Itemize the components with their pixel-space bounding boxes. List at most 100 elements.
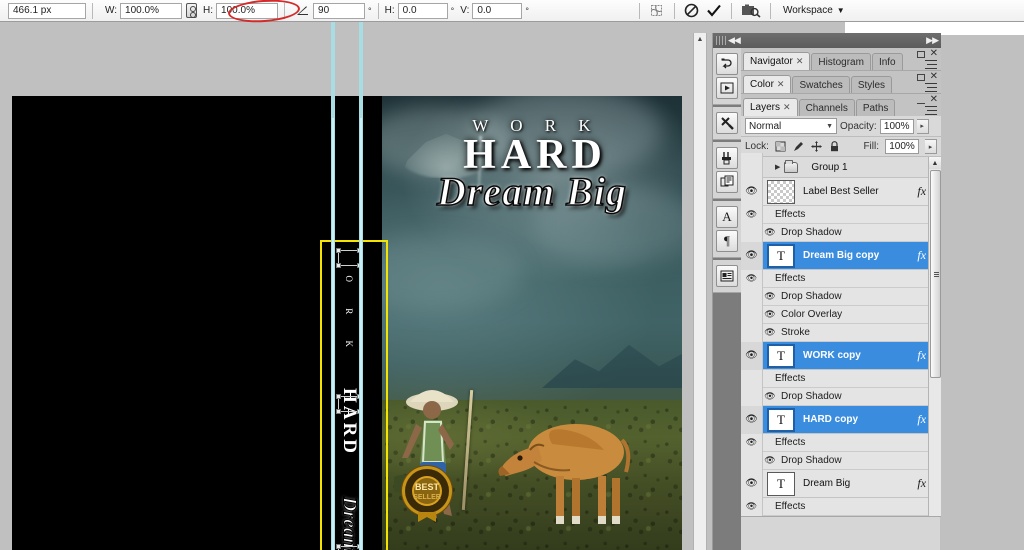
layer-row-hard-copy[interactable]: 👁 T HARD copy fx ▲ <box>741 405 941 434</box>
lock-transparent-pixels-icon[interactable] <box>775 141 787 153</box>
go-to-bridge-icon[interactable] <box>738 2 764 20</box>
actions-icon[interactable] <box>716 77 738 99</box>
fx-icon[interactable]: fx <box>917 412 926 427</box>
visibility-toggle[interactable]: 👁 <box>741 469 763 498</box>
visibility-toggle[interactable] <box>741 305 763 324</box>
effect-row-drop-shadow[interactable]: 👁 Drop Shadow <box>741 287 941 306</box>
fx-icon[interactable]: fx <box>917 184 926 199</box>
opacity-input[interactable]: 100% <box>879 118 914 134</box>
lock-all-icon[interactable] <box>829 141 841 153</box>
skew-v-input[interactable]: 0.0 <box>472 2 523 19</box>
effect-row-stroke[interactable]: 👁 Stroke <box>741 323 941 342</box>
link-chain-icon[interactable] <box>186 3 198 18</box>
layer-thumbnail[interactable]: T <box>767 407 795 432</box>
vertical-guide-right[interactable] <box>359 22 363 550</box>
effect-row-drop-shadow[interactable]: 👁 Drop Shadow <box>741 223 941 242</box>
tool-presets-icon[interactable] <box>716 112 738 134</box>
layer-row-label-best-seller[interactable]: 👁 Label Best Seller fx ▲ <box>741 177 941 206</box>
paragraph-icon[interactable]: ¶ <box>716 230 738 252</box>
visibility-toggle[interactable]: 👁 <box>741 405 763 434</box>
panel-menu-icon[interactable] <box>923 106 937 115</box>
fx-icon[interactable]: fx <box>917 476 926 491</box>
visibility-toggle[interactable]: 👁 <box>741 269 763 288</box>
layer-list[interactable]: ▶ Group 1 ▲ 👁 Label Best Seller fx ▲ <box>741 153 941 516</box>
clone-source-icon[interactable] <box>716 171 738 193</box>
layer-thumbnail[interactable]: T <box>767 243 795 268</box>
dock-grip-icon[interactable] <box>716 36 728 45</box>
minimize-icon[interactable] <box>916 50 925 58</box>
visibility-toggle[interactable] <box>741 451 763 470</box>
lock-position-icon[interactable] <box>811 141 823 153</box>
scroll-up-icon[interactable]: ▲ <box>694 33 706 46</box>
scrollbar-thumb[interactable] <box>930 170 941 378</box>
vertical-guide-left[interactable] <box>331 22 335 550</box>
visibility-toggle[interactable] <box>741 223 763 242</box>
layer-thumbnail[interactable]: T <box>767 471 795 496</box>
lock-image-pixels-icon[interactable] <box>793 141 805 153</box>
height-input[interactable]: 100.0% <box>216 2 279 19</box>
expand-dock-icon[interactable]: ▶▶ <box>926 35 939 46</box>
layer-row-work-copy[interactable]: 👁 T WORK copy fx ▲ <box>741 341 941 370</box>
effects-row[interactable]: 👁 Effects <box>741 433 941 452</box>
angle-input[interactable]: 90 <box>313 2 366 19</box>
fill-input[interactable]: 100% <box>885 139 919 154</box>
layers-vertical-scrollbar[interactable]: ▲ <box>928 157 941 516</box>
dock-titlebar[interactable]: ◀◀ ▶▶ <box>713 33 941 48</box>
close-icon[interactable]: ✕ <box>930 95 938 105</box>
tab-color[interactable]: Color ✕ <box>743 75 792 93</box>
effect-row-drop-shadow[interactable]: 👁 Drop Shadow <box>741 451 941 470</box>
visibility-toggle[interactable] <box>741 287 763 306</box>
character-icon[interactable]: A <box>716 206 738 228</box>
tab-channels[interactable]: Channels <box>798 99 855 116</box>
document-vertical-scrollbar[interactable]: ▲ <box>693 33 707 550</box>
width-input[interactable]: 100.0% <box>120 2 183 19</box>
workspace-menu[interactable]: Workspace ▼ <box>777 5 851 16</box>
warp-mode-icon[interactable] <box>646 2 668 20</box>
cancel-transform-icon[interactable] <box>681 2 703 20</box>
blend-mode-select[interactable]: Normal ▼ <box>745 118 837 134</box>
notes-icon[interactable] <box>716 265 738 287</box>
close-icon[interactable]: ✕ <box>930 49 938 59</box>
scroll-up-icon[interactable]: ▲ <box>929 157 941 169</box>
layer-thumbnail[interactable] <box>767 179 795 204</box>
visibility-toggle[interactable]: 👁 <box>741 241 763 270</box>
collapse-icon[interactable] <box>916 96 925 104</box>
effects-row[interactable]: 👁 Effects <box>741 497 941 516</box>
fx-icon[interactable]: fx <box>917 248 926 263</box>
reference-point-value[interactable]: 466.1 px <box>8 2 86 19</box>
skew-h-input[interactable]: 0.0 <box>397 2 448 19</box>
effects-row[interactable]: Effects <box>741 369 941 388</box>
opacity-stepper[interactable]: ▸ <box>916 118 929 134</box>
visibility-toggle[interactable]: 👁 <box>741 341 763 370</box>
visibility-toggle[interactable] <box>741 369 763 388</box>
fx-icon[interactable]: fx <box>917 348 926 363</box>
effects-row[interactable]: 👁 Effects <box>741 205 941 224</box>
visibility-toggle[interactable] <box>741 323 763 342</box>
effects-row[interactable]: 👁 Effects <box>741 269 941 288</box>
document-canvas[interactable]: W O R K HARD Dream Big BEST SELLER W O R… <box>12 96 682 550</box>
tab-paths[interactable]: Paths <box>855 99 896 116</box>
visibility-toggle[interactable]: 👁 <box>741 433 763 452</box>
brushes-icon[interactable] <box>716 147 738 169</box>
visibility-toggle[interactable]: 👁 <box>741 205 763 224</box>
layer-thumbnail[interactable]: T <box>767 343 795 368</box>
tab-navigator[interactable]: Navigator ✕ <box>743 52 811 70</box>
fill-stepper[interactable]: ▸ <box>925 139 937 154</box>
collapse-dock-icon[interactable]: ◀◀ <box>728 35 741 46</box>
panel-menu-icon[interactable] <box>923 60 937 69</box>
tab-swatches[interactable]: Swatches <box>792 76 850 93</box>
layer-row-dream-big[interactable]: 👁 T Dream Big fx ▲ <box>741 469 941 498</box>
expand-triangle-icon[interactable]: ▶ <box>775 163 780 171</box>
effect-row-color-overlay[interactable]: 👁 Color Overlay <box>741 305 941 324</box>
visibility-toggle[interactable]: 👁 <box>741 177 763 206</box>
close-icon[interactable]: ✕ <box>796 56 804 67</box>
panel-menu-icon[interactable] <box>923 83 937 92</box>
commit-transform-icon[interactable] <box>703 2 725 20</box>
layer-row-group-1[interactable]: ▶ Group 1 ▲ <box>741 153 941 181</box>
close-icon[interactable]: ✕ <box>777 79 785 90</box>
tab-styles[interactable]: Styles <box>850 76 893 93</box>
close-icon[interactable]: ✕ <box>930 72 938 82</box>
history-icon[interactable] <box>716 53 738 75</box>
tab-histogram[interactable]: Histogram <box>811 53 871 70</box>
visibility-toggle[interactable]: 👁 <box>741 497 763 516</box>
